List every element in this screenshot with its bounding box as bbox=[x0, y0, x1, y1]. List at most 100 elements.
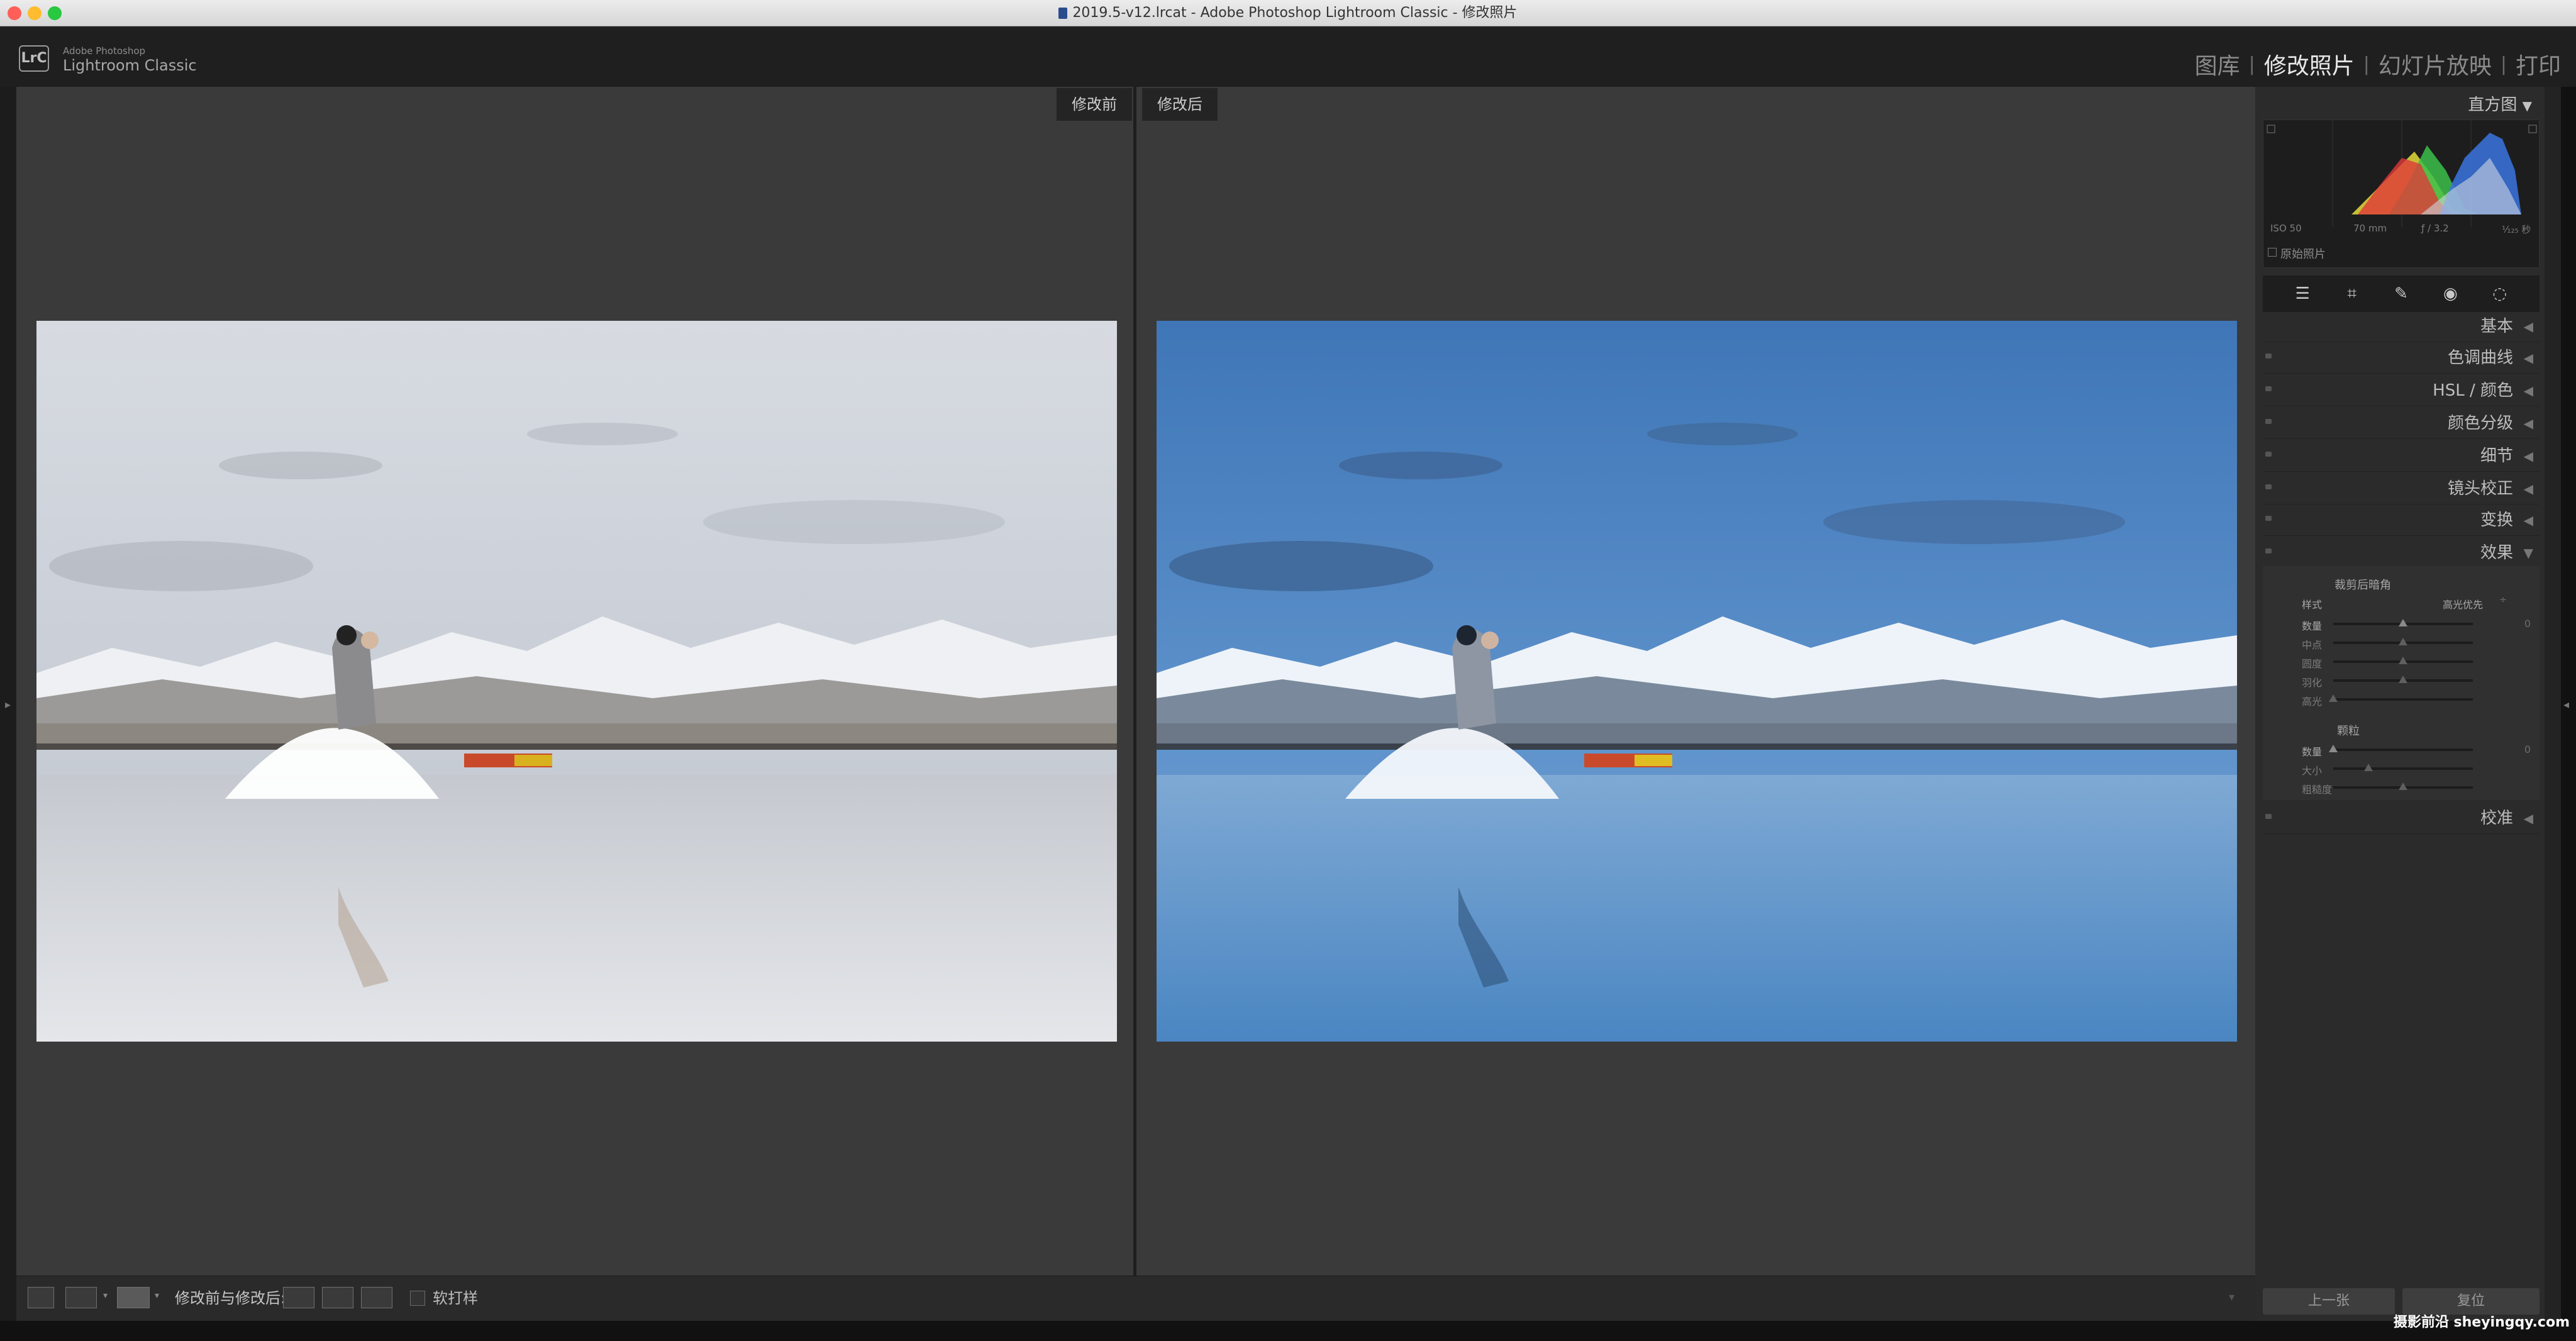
section-toggle-icon[interactable] bbox=[2265, 814, 2272, 819]
module-print[interactable]: 打印 bbox=[2516, 48, 2561, 81]
section-basic[interactable]: 基本 ◀ bbox=[2263, 311, 2540, 342]
previous-button[interactable]: 上一张 bbox=[2263, 1288, 2395, 1315]
vignette-slider-thumb[interactable] bbox=[2399, 676, 2407, 683]
document-icon bbox=[1058, 8, 1068, 19]
section-calibration-label: 校准 bbox=[2480, 809, 2513, 828]
after-photo[interactable] bbox=[1157, 321, 2237, 1042]
grain-slider-thumb[interactable] bbox=[2363, 764, 2373, 771]
section-hsl[interactable]: HSL / 颜色 ◀ bbox=[2263, 375, 2540, 406]
grain-slider-label: 数量 bbox=[2302, 746, 2323, 758]
vignette-style-select[interactable]: 高光优先 bbox=[2443, 596, 2483, 611]
grain-slider-label: 大小 bbox=[2302, 765, 2323, 777]
section-toggle-icon[interactable] bbox=[2265, 484, 2272, 489]
vignette-slider-label: 羽化 bbox=[2302, 677, 2323, 689]
compare-left-right-button[interactable] bbox=[65, 1287, 97, 1308]
section-toggle-icon[interactable] bbox=[2265, 419, 2272, 424]
section-color-grading[interactable]: 颜色分级 ◀ bbox=[2263, 408, 2540, 439]
grain-slider-thumb[interactable] bbox=[2399, 782, 2407, 790]
module-separator: | bbox=[2500, 53, 2507, 75]
collapse-right-panel-icon[interactable]: ◂ bbox=[2563, 698, 2569, 711]
section-toggle-icon[interactable] bbox=[2265, 353, 2272, 359]
watermark: 摄影前沿 sheyingqy.com bbox=[2393, 1315, 2570, 1330]
highlight-clipping-icon bbox=[2528, 125, 2537, 133]
before-after-label: 修改前与修改后: bbox=[175, 1289, 286, 1307]
copy-before-to-after-button[interactable] bbox=[283, 1287, 314, 1308]
module-develop[interactable]: 修改照片 bbox=[2264, 48, 2355, 81]
before-photo[interactable] bbox=[36, 321, 1117, 1042]
vignette-slider-value[interactable]: 0 bbox=[2506, 618, 2531, 630]
red-eye-icon[interactable]: ◉ bbox=[2441, 284, 2460, 303]
section-expand-icon: ◀ bbox=[2523, 383, 2533, 398]
section-expand-icon: ◀ bbox=[2523, 416, 2533, 431]
compare-divider bbox=[1133, 87, 1136, 1276]
grain-slider-value[interactable]: 0 bbox=[2506, 743, 2531, 755]
grain-title: 颗粒 bbox=[2337, 725, 2360, 738]
window-title: 2019.5-v12.lrcat - Adobe Photoshop Light… bbox=[0, 0, 2576, 26]
histogram-collapse-icon: ▼ bbox=[2522, 98, 2532, 113]
histogram-shutter: ¹⁄₁₂₅ 秒 bbox=[2502, 224, 2531, 235]
after-photo-image bbox=[1157, 321, 2237, 1042]
section-tone-curve-label: 色调曲线 bbox=[2447, 348, 2513, 367]
histogram-focal-length: 70 mm bbox=[2353, 223, 2387, 234]
module-slideshow[interactable]: 幻灯片放映 bbox=[2379, 48, 2492, 81]
vignette-slider-thumb[interactable] bbox=[2399, 619, 2407, 626]
histogram-aperture: ƒ / 3.2 bbox=[2421, 223, 2449, 234]
section-transform[interactable]: 变换 ◀ bbox=[2263, 504, 2540, 536]
vignette-slider-label: 高光 bbox=[2302, 696, 2323, 708]
copy-after-to-before-button[interactable] bbox=[322, 1287, 353, 1308]
histogram-title-text: 直方图 bbox=[2468, 96, 2518, 114]
section-calibration[interactable]: 校准 ◀ bbox=[2263, 803, 2540, 834]
grain-slider-track[interactable] bbox=[2333, 748, 2473, 751]
tool-strip: ☰ ⌗ ✎ ◉ ◌ bbox=[2263, 275, 2540, 312]
section-detail[interactable]: 细节 ◀ bbox=[2263, 440, 2540, 472]
section-toggle-icon[interactable] bbox=[2265, 548, 2272, 554]
style-chevron-icon[interactable]: ÷ bbox=[2499, 595, 2507, 605]
masking-icon[interactable]: ◌ bbox=[2490, 284, 2509, 303]
original-photo-checkbox[interactable] bbox=[2268, 248, 2277, 257]
module-separator: | bbox=[2363, 53, 2370, 75]
section-expand-icon: ◀ bbox=[2523, 448, 2533, 464]
swap-before-after-button[interactable] bbox=[361, 1287, 392, 1308]
section-effects-label: 效果 bbox=[2480, 543, 2513, 562]
loupe-view-button[interactable] bbox=[28, 1287, 54, 1308]
right-panel-scrollbar[interactable] bbox=[2545, 87, 2561, 1321]
section-lens-corrections[interactable]: 镜头校正 ◀ bbox=[2263, 473, 2540, 504]
vignette-slider-thumb[interactable] bbox=[2329, 694, 2338, 702]
grain-slider-thumb[interactable] bbox=[2329, 745, 2338, 752]
soft-proof-checkbox[interactable] bbox=[410, 1291, 425, 1306]
section-toggle-icon[interactable] bbox=[2265, 386, 2272, 391]
section-lens-corrections-label: 镜头校正 bbox=[2447, 479, 2513, 498]
grain-slider-track[interactable] bbox=[2333, 767, 2473, 770]
ba-mode-chevron-down-icon[interactable]: ▾ bbox=[155, 1291, 159, 1301]
section-basic-label: 基本 bbox=[2480, 317, 2513, 336]
crop-icon[interactable]: ⌗ bbox=[2343, 284, 2362, 303]
section-expand-icon: ◀ bbox=[2523, 513, 2533, 528]
edit-sliders-icon[interactable]: ☰ bbox=[2293, 284, 2312, 303]
section-effects[interactable]: 效果 ▼ bbox=[2263, 537, 2540, 569]
section-expand-icon: ◀ bbox=[2523, 481, 2533, 496]
histogram-iso: ISO 50 bbox=[2270, 223, 2302, 234]
module-picker: 图库 | 修改照片 | 幻灯片放映 | 打印 bbox=[2195, 48, 2561, 81]
section-tone-curve[interactable]: 色调曲线 ◀ bbox=[2263, 342, 2540, 374]
section-toggle-icon[interactable] bbox=[2265, 516, 2272, 521]
vignette-slider-thumb[interactable] bbox=[2399, 638, 2407, 645]
before-after-side-by-side-button[interactable] bbox=[117, 1287, 150, 1308]
before-label: 修改前 bbox=[1057, 88, 1132, 121]
vignette-slider-thumb[interactable] bbox=[2399, 657, 2407, 664]
vignette-slider-track[interactable] bbox=[2333, 698, 2473, 701]
section-hsl-label: HSL / 颜色 bbox=[2433, 381, 2513, 400]
after-label: 修改后 bbox=[1142, 88, 1218, 121]
section-detail-label: 细节 bbox=[2480, 447, 2513, 465]
module-library[interactable]: 图库 bbox=[2195, 48, 2240, 81]
healing-brush-icon[interactable]: ✎ bbox=[2392, 284, 2411, 303]
before-photo-image bbox=[36, 321, 1117, 1042]
section-collapse-icon: ▼ bbox=[2523, 545, 2533, 560]
module-separator: | bbox=[2248, 53, 2255, 75]
vignette-slider-label: 数量 bbox=[2302, 620, 2323, 632]
expand-left-panel-icon[interactable]: ▸ bbox=[5, 698, 11, 711]
filmstrip-collapsed[interactable] bbox=[0, 1321, 2576, 1341]
compare-mode-chevron-down-icon[interactable]: ▾ bbox=[103, 1291, 108, 1301]
histogram-title[interactable]: 直方图 ▼ bbox=[2468, 92, 2532, 115]
section-toggle-icon[interactable] bbox=[2265, 452, 2272, 457]
toolbar-menu-chevron-down-icon[interactable]: ▾ bbox=[2229, 1291, 2235, 1304]
